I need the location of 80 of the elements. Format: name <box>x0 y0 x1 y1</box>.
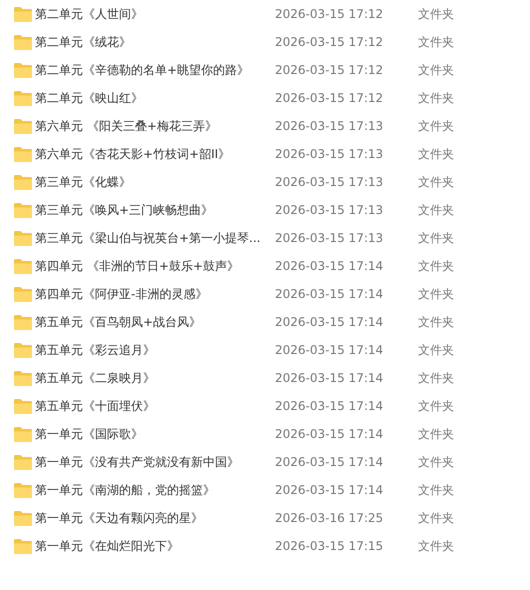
modified-date: 2026-03-15 17:14 <box>275 286 384 303</box>
modified-date: 2026-03-15 17:14 <box>275 482 384 499</box>
file-type: 文件夹 <box>418 286 454 303</box>
folder-icon <box>14 538 32 554</box>
modified-date: 2026-03-15 17:14 <box>275 398 384 415</box>
file-type: 文件夹 <box>418 398 454 415</box>
file-type: 文件夹 <box>418 482 454 499</box>
folder-icon <box>14 90 32 106</box>
file-type: 文件夹 <box>418 314 454 331</box>
file-name[interactable]: 第二单元《绒花》 <box>35 33 275 51</box>
file-type: 文件夹 <box>418 454 454 471</box>
folder-icon <box>14 314 32 330</box>
file-type: 文件夹 <box>418 510 454 527</box>
modified-date: 2026-03-15 17:12 <box>275 62 384 79</box>
folder-icon <box>14 118 32 134</box>
file-name[interactable]: 第五单元《二泉映月》 <box>35 369 275 387</box>
folder-icon <box>14 174 32 190</box>
file-type: 文件夹 <box>418 6 454 23</box>
folder-icon <box>14 146 32 162</box>
folder-icon <box>14 398 32 414</box>
file-name[interactable]: 第三单元《梁山伯与祝英台+第一小提琴... <box>35 229 275 247</box>
modified-date: 2026-03-15 17:14 <box>275 426 384 443</box>
modified-date: 2026-03-15 17:14 <box>275 258 384 275</box>
file-name[interactable]: 第四单元 《非洲的节日+鼓乐+鼓声》 <box>35 257 275 275</box>
file-name[interactable]: 第二单元《辛德勒的名单+眺望你的路》 <box>35 61 275 79</box>
file-type: 文件夹 <box>418 174 454 191</box>
modified-date: 2026-03-15 17:14 <box>275 454 384 471</box>
folder-icon <box>14 34 32 50</box>
file-type: 文件夹 <box>418 258 454 275</box>
file-type: 文件夹 <box>418 370 454 387</box>
file-type: 文件夹 <box>418 146 454 163</box>
folder-icon <box>14 6 32 22</box>
modified-date: 2026-03-15 17:13 <box>275 118 384 135</box>
modified-date: 2026-03-15 17:14 <box>275 314 384 331</box>
file-type: 文件夹 <box>418 426 454 443</box>
modified-date: 2026-03-15 17:13 <box>275 202 384 219</box>
folder-icon <box>14 510 32 526</box>
file-name[interactable]: 第六单元《杏花天影+竹枝词+韶II》 <box>35 145 275 163</box>
file-name[interactable]: 第一单元《国际歌》 <box>35 425 275 443</box>
modified-date: 2026-03-15 17:13 <box>275 230 384 247</box>
folder-icon <box>14 342 32 358</box>
file-name[interactable]: 第二单元《映山红》 <box>35 89 275 107</box>
file-type: 文件夹 <box>418 230 454 247</box>
folder-icon <box>14 258 32 274</box>
folder-icon <box>14 62 32 78</box>
file-name[interactable]: 第一单元《没有共产党就没有新中国》 <box>35 453 275 471</box>
file-type: 文件夹 <box>418 62 454 79</box>
file-type: 文件夹 <box>418 34 454 51</box>
modified-date: 2026-03-15 17:12 <box>275 34 384 51</box>
folder-icon <box>14 370 32 386</box>
file-name[interactable]: 第五单元《百鸟朝凤+战台风》 <box>35 313 275 331</box>
file-type: 文件夹 <box>418 342 454 359</box>
file-name[interactable]: 第一单元《天边有颗闪亮的星》 <box>35 509 275 527</box>
folder-icon <box>14 230 32 246</box>
file-name[interactable]: 第二单元《人世间》 <box>35 5 275 23</box>
folder-icon <box>14 426 32 442</box>
file-name[interactable]: 第三单元《唤风+三门峡畅想曲》 <box>35 201 275 219</box>
file-type: 文件夹 <box>418 90 454 107</box>
modified-date: 2026-03-15 17:12 <box>275 90 384 107</box>
modified-date: 2026-03-15 17:14 <box>275 342 384 359</box>
folder-icon <box>14 202 32 218</box>
file-type: 文件夹 <box>418 118 454 135</box>
modified-date: 2026-03-15 17:13 <box>275 174 384 191</box>
file-name[interactable]: 第五单元《十面埋伏》 <box>35 397 275 415</box>
modified-date: 2026-03-15 17:14 <box>275 370 384 387</box>
file-name[interactable]: 第三单元《化蝶》 <box>35 173 275 191</box>
modified-date: 2026-03-15 17:12 <box>275 6 384 23</box>
file-name[interactable]: 第一单元《在灿烂阳光下》 <box>35 537 275 555</box>
file-type: 文件夹 <box>418 538 454 555</box>
modified-date: 2026-03-16 17:25 <box>275 510 384 527</box>
file-name[interactable]: 第一单元《南湖的船，党的摇篮》 <box>35 481 275 499</box>
modified-date: 2026-03-15 17:15 <box>275 538 384 555</box>
folder-icon <box>14 454 32 470</box>
folder-icon <box>14 482 32 498</box>
file-name[interactable]: 第四单元《阿伊亚-非洲的灵感》 <box>35 285 275 303</box>
folder-icon <box>14 286 32 302</box>
file-name[interactable]: 第六单元 《阳关三叠+梅花三弄》 <box>35 117 275 135</box>
modified-date: 2026-03-15 17:13 <box>275 146 384 163</box>
file-type: 文件夹 <box>418 202 454 219</box>
file-name[interactable]: 第五单元《彩云追月》 <box>35 341 275 359</box>
